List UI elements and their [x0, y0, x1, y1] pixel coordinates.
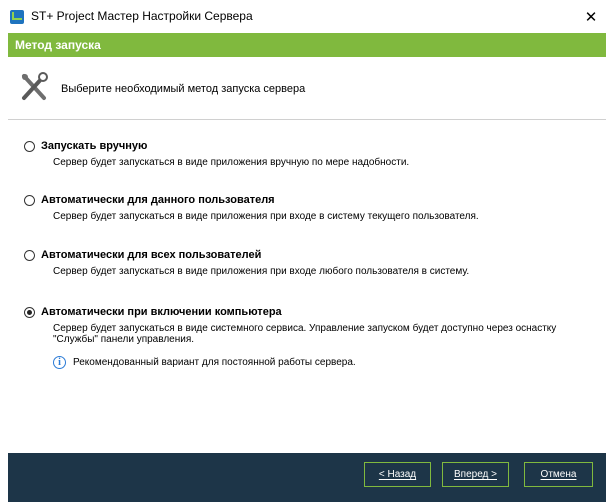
option-on-startup-label[interactable]: Автоматически при включении компьютера — [41, 306, 282, 318]
title-bar: ST+ Project Мастер Настройки Сервера ✕ — [0, 0, 606, 33]
window-title: ST+ Project Мастер Настройки Сервера — [31, 9, 253, 23]
instruction-panel: Выберите необходимый метод запуска серве… — [8, 57, 606, 120]
setup-wizard-window: ST+ Project Мастер Настройки Сервера ✕ М… — [0, 0, 606, 502]
recommendation-text: Рекомендованный вариант для постоянной р… — [73, 357, 356, 368]
radio-manual[interactable] — [24, 141, 35, 152]
option-all-users-description: Сервер будет запускаться в виде приложен… — [53, 266, 470, 277]
next-button[interactable]: Вперед > — [442, 462, 509, 487]
option-current-user-label[interactable]: Автоматически для данного пользователя — [41, 194, 275, 206]
step-header: Метод запуска — [8, 33, 606, 57]
recommendation-note: i Рекомендованный вариант для постоянной… — [53, 356, 356, 369]
back-button[interactable]: < Назад — [364, 462, 431, 487]
option-manual-description: Сервер будет запускаться в виде приложен… — [53, 157, 410, 168]
back-button-label[interactable]: < Назад — [379, 469, 416, 480]
info-icon: i — [53, 356, 66, 369]
wizard-footer: < Назад Вперед > Отмена — [8, 453, 606, 502]
tools-icon — [22, 72, 48, 100]
app-icon — [10, 10, 24, 24]
close-button[interactable]: ✕ — [576, 0, 606, 33]
left-edge — [0, 33, 8, 502]
cancel-button-label[interactable]: Отмена — [541, 469, 577, 480]
option-manual-label[interactable]: Запускать вручную — [41, 140, 147, 152]
instruction-text: Выберите необходимый метод запуска серве… — [61, 83, 306, 95]
radio-all-users[interactable] — [24, 250, 35, 261]
step-title: Метод запуска — [15, 38, 101, 52]
option-on-startup-description: Сервер будет запускаться в виде системно… — [53, 323, 557, 345]
radio-current-user[interactable] — [24, 195, 35, 206]
option-current-user-description: Сервер будет запускаться в виде приложен… — [53, 211, 479, 222]
cancel-button[interactable]: Отмена — [524, 462, 593, 487]
next-button-label[interactable]: Вперед > — [454, 469, 497, 480]
option-all-users-label[interactable]: Автоматически для всех пользователей — [41, 249, 261, 261]
radio-on-startup[interactable] — [24, 307, 35, 318]
